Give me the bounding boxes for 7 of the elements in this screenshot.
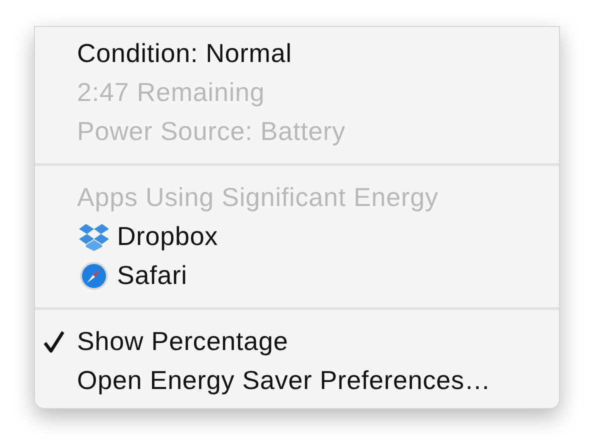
compass-icon <box>77 260 111 290</box>
menu-item[interactable]: Open Energy Saver Preferences… <box>35 361 559 400</box>
menu-item[interactable]: Condition: Normal <box>35 34 559 73</box>
menu-item[interactable]: Safari <box>35 256 559 295</box>
open-box-icon <box>77 222 111 252</box>
menu-item[interactable]: Show Percentage <box>35 322 559 361</box>
menu-item[interactable]: Dropbox <box>35 217 559 256</box>
